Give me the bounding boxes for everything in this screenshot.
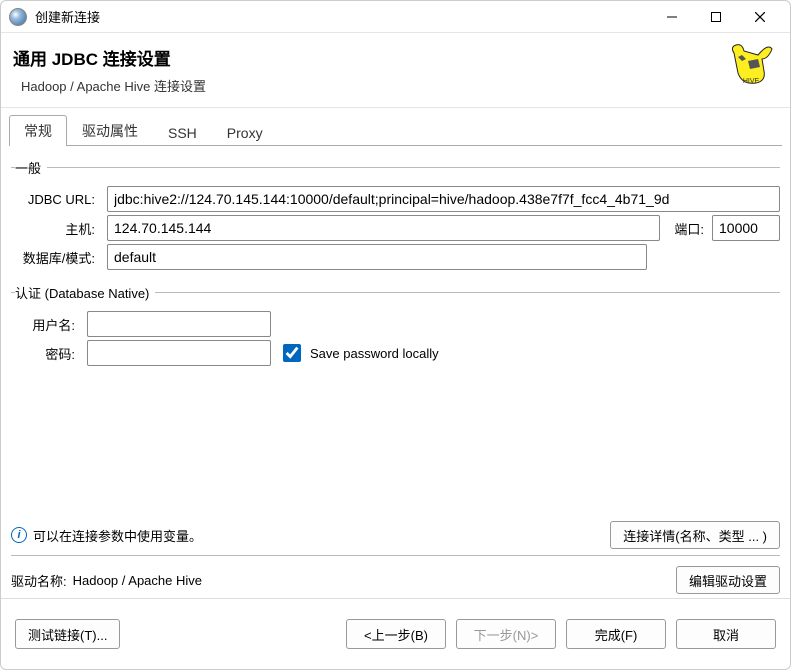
cancel-button[interactable]: 取消 — [676, 619, 776, 649]
username-input[interactable] — [87, 311, 271, 337]
group-auth: 认证 (Database Native) 用户名: 密码: Save passw… — [11, 283, 780, 369]
save-password-label: Save password locally — [310, 346, 439, 361]
finish-button[interactable]: 完成(F) — [566, 619, 666, 649]
page-subtitle: Hadoop / Apache Hive 连接设置 — [21, 76, 728, 95]
dialog-footer: 测试链接(T)... <上一步(B) 下一步(N)> 完成(F) 取消 — [1, 598, 790, 669]
tab-content: 一般 JDBC URL: 主机: 端口: 数据库/模式: 认证 (Databas… — [1, 146, 790, 598]
tab-general[interactable]: 常规 — [9, 115, 67, 146]
tab-proxy[interactable]: Proxy — [212, 119, 278, 146]
minimize-icon — [667, 12, 677, 22]
database-label: 数据库/模式: — [11, 248, 99, 267]
jdbc-url-label: JDBC URL: — [11, 192, 99, 207]
close-button[interactable] — [738, 2, 782, 32]
database-input[interactable] — [107, 244, 647, 270]
username-label: 用户名: — [11, 315, 79, 334]
port-input[interactable] — [712, 215, 780, 241]
password-input[interactable] — [87, 340, 271, 366]
titlebar: 创建新连接 — [1, 1, 790, 33]
next-button[interactable]: 下一步(N)> — [456, 619, 556, 649]
host-input[interactable] — [107, 215, 660, 241]
test-connection-button[interactable]: 测试链接(T)... — [15, 619, 120, 649]
save-password-checkbox[interactable] — [283, 344, 301, 362]
page-title: 通用 JDBC 连接设置 — [13, 45, 728, 70]
dialog-window: 创建新连接 通用 JDBC 连接设置 Hadoop / Apache Hive … — [0, 0, 791, 670]
back-button[interactable]: <上一步(B) — [346, 619, 446, 649]
info-icon: i — [11, 527, 27, 543]
minimize-button[interactable] — [650, 2, 694, 32]
connection-details-button[interactable]: 连接详情(名称、类型 ... ) — [610, 521, 780, 549]
app-icon — [9, 8, 27, 26]
maximize-icon — [711, 12, 721, 22]
host-label: 主机: — [11, 219, 99, 238]
hive-logo-icon: HIVE — [728, 41, 774, 87]
driver-name-value: Hadoop / Apache Hive — [73, 573, 202, 588]
variables-hint: 可以在连接参数中使用变量。 — [33, 526, 202, 545]
group-auth-legend: 认证 (Database Native) — [15, 283, 155, 302]
group-general: 一般 JDBC URL: 主机: 端口: 数据库/模式: — [11, 158, 780, 273]
group-general-legend: 一般 — [15, 158, 47, 177]
window-title: 创建新连接 — [35, 7, 100, 26]
tab-ssh[interactable]: SSH — [153, 119, 212, 146]
port-label: 端口: — [674, 219, 704, 238]
close-icon — [755, 12, 765, 22]
edit-driver-button[interactable]: 编辑驱动设置 — [676, 566, 780, 594]
maximize-button[interactable] — [694, 2, 738, 32]
jdbc-url-input[interactable] — [107, 186, 780, 212]
driver-name-label: 驱动名称: — [11, 571, 67, 590]
svg-text:HIVE: HIVE — [743, 78, 760, 85]
dialog-header: 通用 JDBC 连接设置 Hadoop / Apache Hive 连接设置 H… — [1, 33, 790, 108]
tab-bar: 常规 驱动属性 SSH Proxy — [1, 108, 790, 145]
tab-driver-properties[interactable]: 驱动属性 — [67, 115, 153, 146]
password-label: 密码: — [11, 344, 79, 363]
